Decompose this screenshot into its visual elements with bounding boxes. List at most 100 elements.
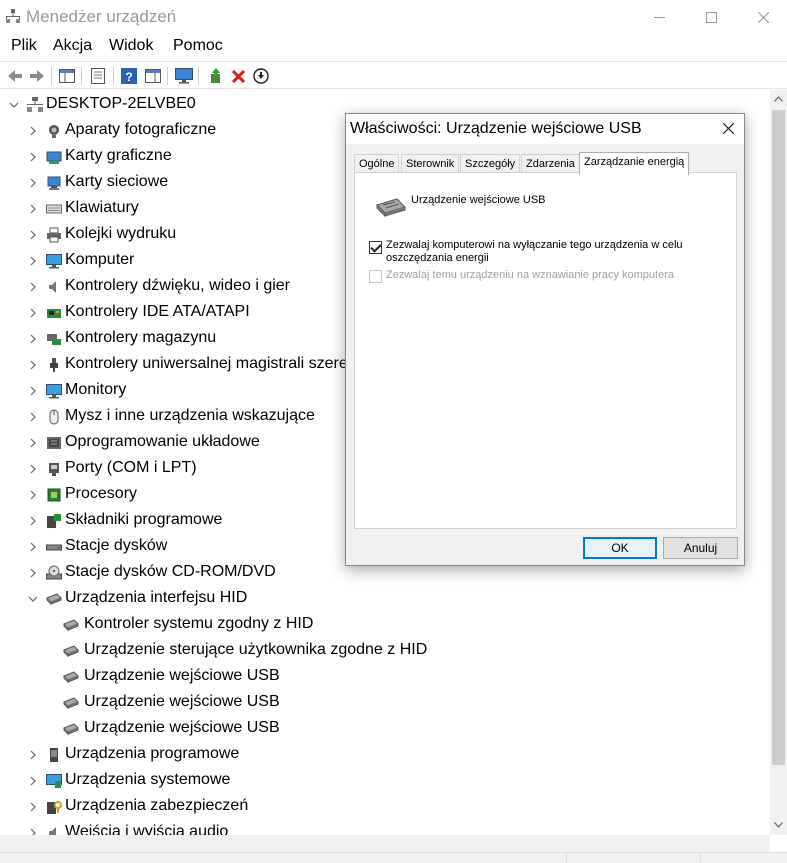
disable-device-button[interactable]	[251, 66, 271, 86]
tab-power-management[interactable]: Zarządzanie energią	[579, 152, 690, 175]
toolbar-separator	[51, 67, 52, 85]
chevron-right-icon[interactable]	[28, 436, 38, 450]
chevron-right-icon[interactable]	[28, 540, 38, 554]
chevron-right-icon[interactable]	[28, 774, 38, 788]
hid-icon	[63, 697, 79, 710]
minimize-button[interactable]	[636, 0, 682, 34]
status-cell	[700, 853, 701, 863]
download-icon	[253, 68, 269, 84]
port-icon	[49, 463, 59, 476]
chevron-right-icon[interactable]	[28, 332, 38, 346]
usb-plug-icon	[50, 358, 58, 372]
tree-category[interactable]: Urządzenia interfejsu HID	[0, 586, 770, 612]
chevron-right-icon[interactable]	[28, 514, 38, 528]
tree-item-label: Aparaty fotograficzne	[65, 121, 217, 138]
ok-button[interactable]: OK	[583, 537, 657, 559]
tab-details[interactable]: Szczegóły	[460, 154, 521, 174]
tree-device[interactable]: Urządzenie wejściowe USB	[0, 690, 770, 716]
allow-power-off-label[interactable]: Zezwalaj komputerowi na wyłączanie tego …	[386, 239, 696, 265]
chevron-right-icon[interactable]	[28, 748, 38, 762]
menu-widok[interactable]: Widok	[107, 37, 155, 55]
help-button[interactable]: ?	[119, 66, 139, 86]
tab-driver[interactable]: Sterownik	[401, 154, 460, 174]
tab-general[interactable]: Ogólne	[354, 154, 400, 174]
chevron-right-icon[interactable]	[28, 488, 38, 502]
svg-text:?: ?	[125, 70, 132, 84]
action-pane-button[interactable]	[143, 66, 163, 86]
tree-device[interactable]: Urządzenie sterujące użytkownika zgodne …	[0, 638, 770, 664]
chevron-right-icon[interactable]	[28, 124, 38, 138]
scroll-up-icon[interactable]	[774, 96, 783, 102]
audio-io-icon	[49, 827, 56, 835]
dialog-title: Właściwości: Urządzenie wejściowe USB	[350, 120, 642, 137]
printer-icon	[47, 227, 61, 243]
tree-category[interactable]: Wejścia i wyjścia audio	[0, 820, 770, 835]
tree-device[interactable]: Urządzenie wejściowe USB	[0, 716, 770, 742]
tab-events[interactable]: Zdarzenia	[521, 154, 580, 174]
chevron-right-icon[interactable]	[28, 384, 38, 398]
camera-icon	[49, 125, 59, 138]
chevron-down-icon[interactable]	[28, 592, 38, 606]
network-adapter-icon	[47, 176, 61, 190]
chevron-right-icon[interactable]	[28, 306, 38, 320]
chevron-right-icon[interactable]	[28, 800, 38, 814]
show-hide-console-tree-button[interactable]	[57, 66, 77, 86]
close-button[interactable]	[740, 0, 786, 34]
chevron-right-icon[interactable]	[28, 254, 38, 268]
back-icon	[8, 70, 22, 82]
scan-hardware-button[interactable]	[174, 66, 194, 86]
update-driver-button[interactable]	[206, 66, 226, 86]
mouse-icon	[49, 409, 59, 425]
vertical-scroll-thumb[interactable]	[772, 110, 785, 765]
keyboard-icon	[46, 204, 62, 214]
chevron-right-icon[interactable]	[28, 410, 38, 424]
tree-item-label: Oprogramowanie układowe	[65, 433, 260, 450]
ide-controller-icon	[47, 309, 61, 318]
tree-category[interactable]: Urządzenia zabezpieczeń	[0, 794, 770, 820]
chevron-right-icon[interactable]	[28, 150, 38, 164]
menu-bar: Plik Akcja Widok Pomoc	[0, 34, 787, 60]
vertical-scrollbar[interactable]	[770, 90, 787, 835]
chevron-right-icon[interactable]	[28, 566, 38, 580]
maximize-button[interactable]	[688, 0, 734, 34]
chevron-right-icon[interactable]	[28, 826, 38, 835]
device-manager-icon	[6, 9, 20, 23]
horizontal-scrollbar[interactable]	[0, 835, 770, 852]
properties-button[interactable]	[88, 66, 108, 86]
close-icon	[757, 11, 769, 23]
close-icon[interactable]	[723, 123, 734, 134]
chevron-right-icon[interactable]	[28, 228, 38, 242]
hid-icon	[63, 723, 79, 736]
menu-pomoc[interactable]: Pomoc	[171, 37, 225, 55]
security-device-icon	[47, 801, 62, 814]
chevron-right-icon[interactable]	[28, 176, 38, 190]
tree-category[interactable]: Urządzenia systemowe	[0, 768, 770, 794]
forward-button[interactable]	[27, 66, 47, 86]
cancel-button[interactable]: Anuluj	[663, 537, 738, 559]
menu-akcja[interactable]: Akcja	[51, 37, 94, 55]
back-button[interactable]	[5, 66, 25, 86]
chevron-right-icon[interactable]	[28, 358, 38, 372]
chevron-right-icon[interactable]	[28, 280, 38, 294]
tree-item-label: Kontrolery dźwięku, wideo i gier	[65, 277, 290, 294]
uninstall-icon	[231, 69, 245, 83]
tree-item-label: Mysz i inne urządzenia wskazujące	[65, 407, 315, 424]
tree-device[interactable]: Kontroler systemu zgodny z HID	[0, 612, 770, 638]
chevron-right-icon[interactable]	[28, 202, 38, 216]
tree-item-label: Karty sieciowe	[65, 173, 169, 190]
chevron-down-icon[interactable]	[9, 98, 19, 112]
allow-power-off-checkbox[interactable]	[369, 241, 382, 254]
toolbar-separator	[81, 67, 82, 85]
menu-plik[interactable]: Plik	[9, 37, 39, 55]
scroll-down-icon[interactable]	[774, 822, 783, 828]
tree-item-label: Klawiatury	[65, 199, 139, 216]
hid-icon	[46, 593, 62, 606]
status-cell	[566, 853, 567, 863]
system-device-icon	[46, 774, 62, 788]
firmware-icon	[47, 437, 61, 449]
tree-item-label: Urządzenie wejściowe USB	[84, 667, 280, 684]
uninstall-button[interactable]	[228, 66, 248, 86]
chevron-right-icon[interactable]	[28, 462, 38, 476]
tree-device[interactable]: Urządzenie wejściowe USB	[0, 664, 770, 690]
tree-category[interactable]: Urządzenia programowe	[0, 742, 770, 768]
